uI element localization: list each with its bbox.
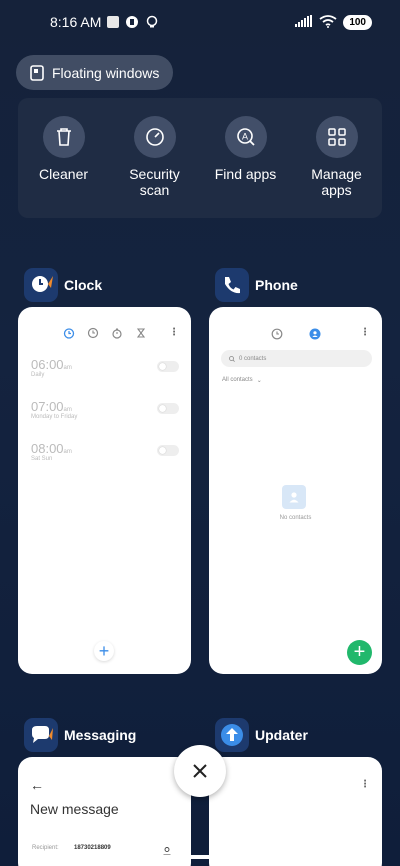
back-arrow-icon[interactable]: ← [30, 777, 44, 793]
security-icon [133, 116, 176, 158]
alarm-ampm: am [63, 449, 72, 455]
updater-more-icon[interactable]: ⋮ [360, 779, 370, 790]
phone-icon [215, 268, 249, 302]
alarm-row[interactable]: 08:00am Sat Sun [31, 441, 179, 462]
status-time: 8:16 AM [50, 14, 102, 30]
notification-square-icon [107, 16, 120, 28]
contacts-filter[interactable]: All contacts ⌄ [222, 377, 262, 384]
floating-window-icon [30, 64, 44, 81]
recipient-value[interactable]: 18730218809 [74, 845, 111, 851]
security-scan-button[interactable]: Security scan [115, 116, 195, 218]
new-message-title: New message [30, 801, 119, 817]
phone-app-header[interactable]: Phone [215, 268, 298, 302]
close-icon [193, 764, 207, 778]
updater-app-header[interactable]: Updater [215, 718, 308, 752]
alarm-ampm: am [63, 407, 72, 413]
svg-text:A: A [241, 132, 247, 142]
updater-icon [215, 718, 249, 752]
battery-indicator: 100 [343, 14, 372, 30]
alarm-row[interactable]: 06:00am Daily [31, 357, 179, 378]
filter-dropdown-icon: ⌄ [256, 378, 262, 384]
stopwatch-tab-icon[interactable] [111, 327, 123, 339]
security-scan-label: Security scan [129, 166, 180, 198]
close-all-button[interactable] [174, 745, 226, 797]
empty-contacts-text: No contacts [279, 515, 312, 521]
clock-more-icon[interactable]: ⋮ [169, 327, 179, 338]
grid-icon [315, 116, 358, 158]
timer-tab-icon[interactable] [135, 327, 147, 339]
alarm-repeat: Sat Sun [31, 456, 53, 462]
alarm-row[interactable]: 07:00am Monday to Friday [31, 399, 179, 420]
clock-icon [24, 268, 58, 302]
alarm-repeat: Daily [31, 372, 45, 378]
wifi-icon [319, 15, 337, 29]
filter-label: All contacts [222, 377, 253, 383]
find-apps-label: Find apps [214, 166, 277, 182]
alarm-time-value: 06:00 [31, 357, 64, 372]
search-placeholder: 0 contacts [239, 355, 267, 362]
alarm-toggle[interactable] [157, 361, 179, 372]
phone-app-name: Phone [255, 277, 298, 293]
messaging-app-header[interactable]: Messaging [24, 718, 136, 752]
contacts-search-input[interactable]: 0 contacts [221, 350, 372, 367]
quick-actions-panel: Cleaner Security scan A Find apps Manage… [18, 98, 382, 218]
notification-bulb-icon [145, 15, 159, 29]
manage-apps-button[interactable]: Manage apps [297, 116, 377, 218]
alarm-toggle[interactable] [157, 445, 179, 456]
updater-app-name: Updater [255, 727, 308, 743]
clock-app-header[interactable]: Clock [24, 268, 102, 302]
recents-tab-icon[interactable] [271, 328, 283, 340]
add-alarm-button[interactable]: + [94, 641, 114, 661]
find-apps-button[interactable]: A Find apps [206, 116, 286, 218]
home-indicator[interactable] [126, 855, 274, 859]
recipient-label: Recipient: [32, 845, 59, 851]
cleaner-label: Cleaner [38, 166, 89, 182]
cleaner-button[interactable]: Cleaner [24, 116, 104, 218]
empty-contacts-icon [282, 485, 306, 509]
manage-apps-label: Manage apps [311, 166, 362, 198]
updater-app-card[interactable]: ⋮ [209, 757, 382, 866]
status-bar: 8:16 AM 100 [0, 0, 400, 44]
alarm-repeat: Monday to Friday [31, 414, 78, 420]
search-icon [229, 355, 235, 362]
messaging-app-card[interactable]: ← New message Recipient: 18730218809 [18, 757, 191, 866]
alarm-toggle[interactable] [157, 403, 179, 414]
contacts-tab-icon[interactable] [309, 328, 321, 340]
clock-app-name: Clock [64, 277, 103, 293]
trash-icon [42, 116, 85, 158]
alarm-tab-icon[interactable] [63, 327, 75, 339]
alarm-ampm: am [63, 365, 72, 371]
messaging-app-name: Messaging [64, 727, 137, 743]
phone-app-card[interactable]: ⋮ 0 contacts All contacts ⌄ No contacts … [209, 307, 382, 674]
find-apps-icon: A [224, 116, 267, 158]
clock-app-card[interactable]: ⋮ 06:00am Daily 07:00am Monday to Friday… [18, 307, 191, 674]
messaging-icon [24, 718, 58, 752]
alarm-time-value: 07:00 [31, 399, 64, 414]
floating-windows-button[interactable]: Floating windows [16, 55, 174, 90]
notification-app-icon [125, 15, 139, 29]
phone-more-icon[interactable]: ⋮ [360, 327, 370, 338]
world-clock-tab-icon[interactable] [87, 327, 99, 339]
signal-icon [295, 15, 313, 29]
floating-windows-label: Floating windows [52, 64, 160, 81]
phone-tabs [209, 328, 382, 340]
add-contact-button[interactable]: + [347, 640, 372, 665]
clock-tabs [18, 327, 191, 339]
alarm-time-value: 08:00 [31, 441, 64, 456]
